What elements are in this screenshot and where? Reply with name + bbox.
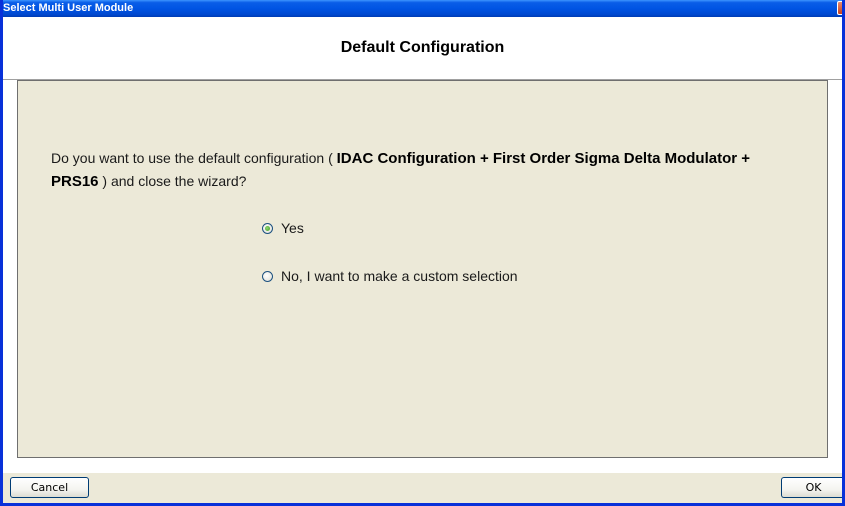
- wizard-window: Select Multi User Module Default Configu…: [0, 0, 845, 506]
- ok-button[interactable]: OK: [781, 477, 842, 498]
- radio-label-yes: Yes: [281, 220, 304, 236]
- radio-option-custom[interactable]: No, I want to make a custom selection: [262, 266, 518, 286]
- page-title: Default Configuration: [340, 39, 505, 56]
- question-prefix: Do you want to use the default configura…: [51, 150, 337, 166]
- cancel-button[interactable]: Cancel: [10, 477, 89, 498]
- content-panel: Do you want to use the default configura…: [17, 80, 828, 458]
- button-bar: Cancel OK: [3, 472, 842, 503]
- radio-button-yes[interactable]: [262, 222, 273, 234]
- close-icon[interactable]: [837, 1, 842, 15]
- radio-label-custom: No, I want to make a custom selection: [281, 268, 518, 284]
- radio-option-yes[interactable]: Yes: [262, 218, 304, 238]
- radio-button-custom[interactable]: [262, 270, 273, 282]
- wizard-header: Default Configuration: [3, 17, 842, 80]
- question-suffix: ) and close the wizard?: [98, 173, 247, 189]
- wizard-body: Do you want to use the default configura…: [3, 80, 842, 472]
- question-text: Do you want to use the default configura…: [51, 147, 791, 193]
- window-title: Select Multi User Module: [3, 2, 134, 14]
- title-bar[interactable]: Select Multi User Module: [3, 0, 842, 17]
